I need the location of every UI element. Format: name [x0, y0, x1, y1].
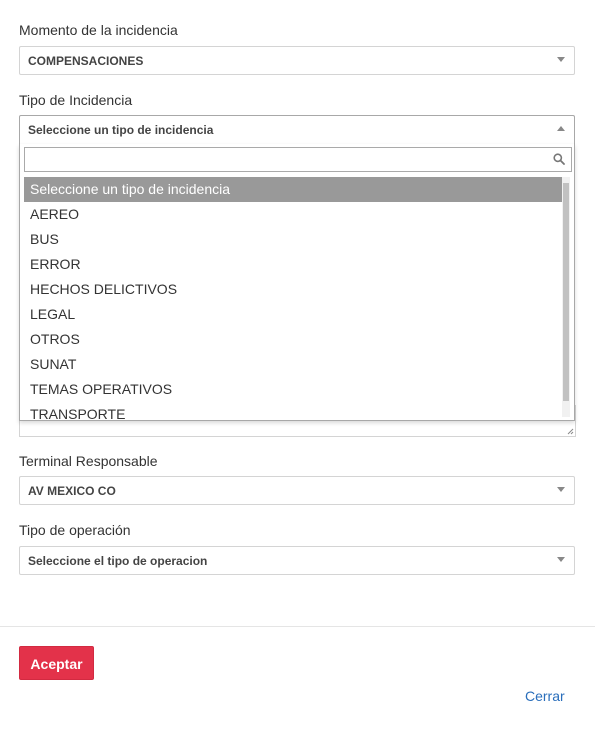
dropdown-option[interactable]: TRANSPORTE [24, 402, 564, 421]
tipo-incidencia-select[interactable]: Seleccione un tipo de incidencia [19, 115, 575, 144]
tipo-operacion-value: Seleccione el tipo de operacion [28, 554, 208, 568]
terminal-value: AV MEXICO CO [28, 484, 116, 498]
search-icon [553, 153, 565, 165]
chevron-down-icon [557, 57, 565, 62]
dropdown-scroll-thumb[interactable] [563, 183, 569, 401]
resize-handle-icon[interactable] [567, 428, 574, 435]
momento-value: COMPENSACIONES [28, 54, 144, 68]
tipo-incidencia-value: Seleccione un tipo de incidencia [28, 123, 214, 137]
close-link[interactable]: Cerrar [525, 688, 565, 704]
tipo-operacion-select[interactable]: Seleccione el tipo de operacion [19, 546, 575, 575]
chevron-up-icon [557, 126, 565, 131]
footer-divider [0, 626, 595, 627]
tipo-operacion-label: Tipo de operación [19, 522, 131, 538]
terminal-label: Terminal Responsable [19, 453, 158, 469]
momento-label: Momento de la incidencia [19, 22, 178, 38]
chevron-down-icon [557, 557, 565, 562]
dropdown-options-list: Seleccione un tipo de incidencia AEREO BUS… [24, 177, 564, 421]
dropdown-option[interactable]: TEMAS OPERATIVOS [24, 377, 564, 402]
dropdown-option[interactable]: HECHOS DELICTIVOS [24, 277, 564, 302]
momento-select[interactable]: COMPENSACIONES [19, 46, 575, 75]
dropdown-option[interactable]: LEGAL [24, 302, 564, 327]
terminal-select[interactable]: AV MEXICO CO [19, 476, 575, 505]
dropdown-option[interactable]: ERROR [24, 252, 564, 277]
dropdown-scrollbar[interactable] [562, 177, 570, 417]
incident-modal: Momento de la incidencia COMPENSACIONES … [0, 0, 595, 729]
tipo-incidencia-label: Tipo de Incidencia [19, 92, 133, 108]
dropdown-search-input[interactable] [25, 148, 545, 171]
dropdown-search-box [24, 147, 572, 172]
chevron-down-icon [557, 487, 565, 492]
accept-button[interactable]: Aceptar [19, 646, 94, 680]
dropdown-option[interactable]: SUNAT [24, 352, 564, 377]
dropdown-option[interactable]: OTROS [24, 327, 564, 352]
tipo-incidencia-dropdown: Seleccione un tipo de incidencia AEREO BUS… [19, 144, 575, 421]
dropdown-option[interactable]: Seleccione un tipo de incidencia [24, 177, 564, 202]
dropdown-option[interactable]: AEREO [24, 202, 564, 227]
dropdown-option[interactable]: BUS [24, 227, 564, 252]
